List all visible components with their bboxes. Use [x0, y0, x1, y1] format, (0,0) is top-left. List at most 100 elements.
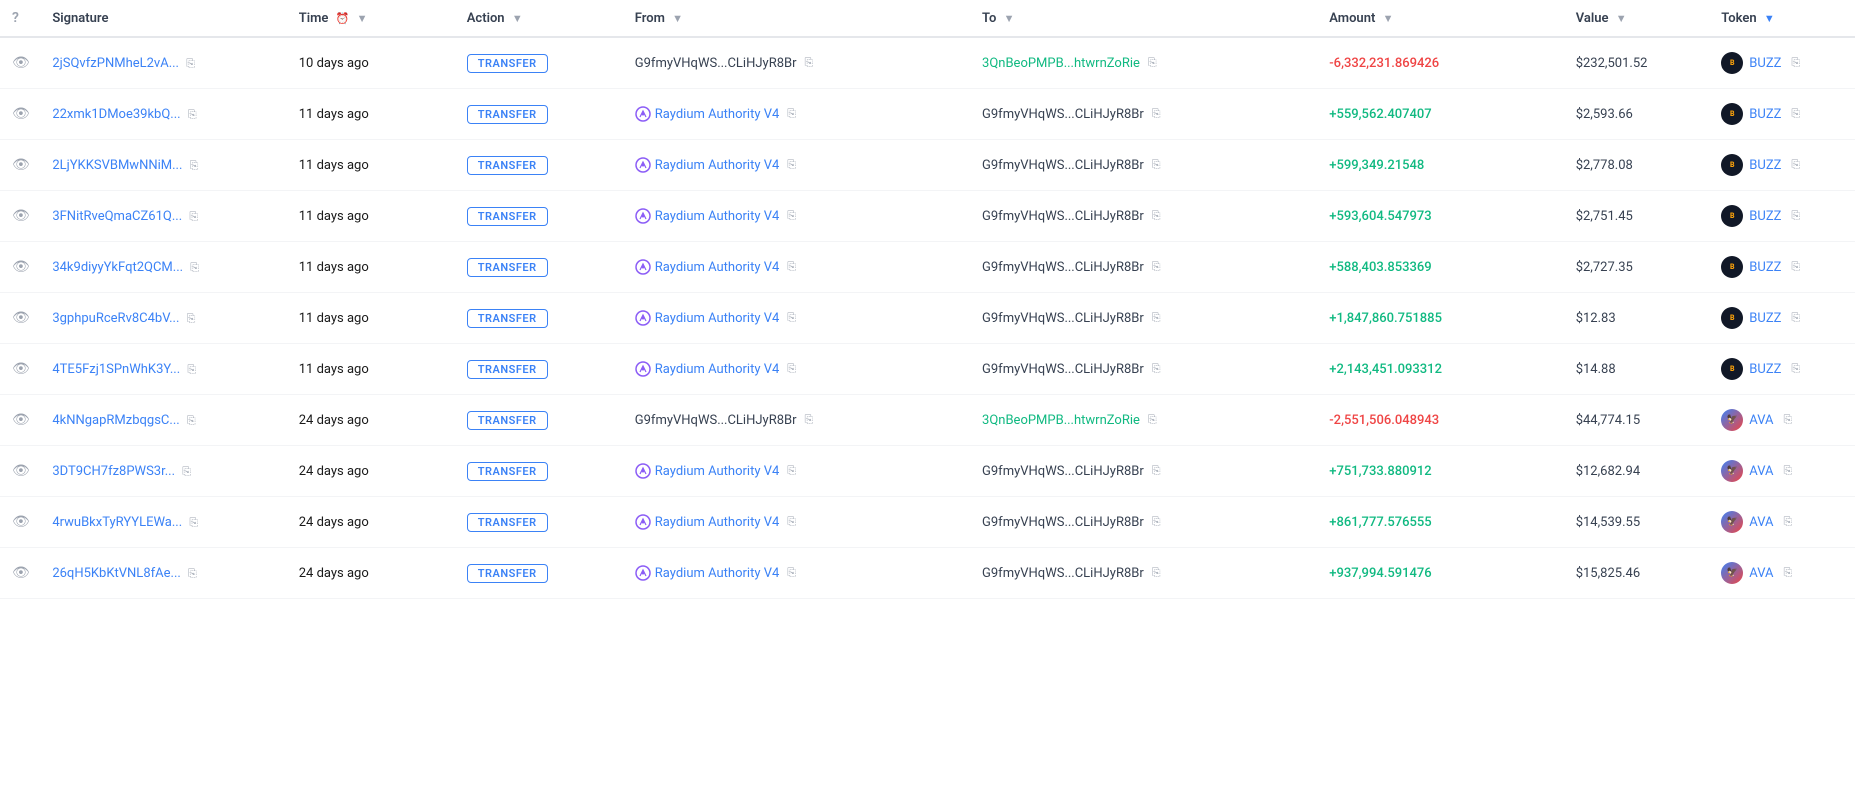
from-link[interactable]: Raydium Authority V4: [655, 158, 780, 173]
signature-copy-icon[interactable]: ⎘: [187, 414, 196, 428]
to-copy-icon[interactable]: ⎘: [1152, 209, 1161, 223]
signature-copy-icon[interactable]: ⎘: [187, 363, 196, 377]
to-copy-icon[interactable]: ⎘: [1152, 260, 1161, 274]
token-name-link[interactable]: BUZZ: [1749, 158, 1781, 173]
row-eye-icon[interactable]: 👁: [12, 310, 30, 326]
from-copy-icon[interactable]: ⎘: [787, 515, 796, 529]
from-copy-icon[interactable]: ⎘: [805, 413, 814, 427]
from-filter-icon[interactable]: ▼: [672, 12, 683, 25]
token-copy-icon[interactable]: ⎘: [1791, 56, 1800, 70]
row-eye-icon[interactable]: 👁: [12, 259, 30, 275]
signature-link[interactable]: 4TE5Fzj1SPnWhK3Y...: [52, 362, 180, 377]
signature-copy-icon[interactable]: ⎘: [190, 261, 199, 275]
signature-link[interactable]: 3DT9CH7fz8PWS3r...: [52, 464, 175, 479]
from-link[interactable]: Raydium Authority V4: [655, 107, 780, 122]
to-copy-icon[interactable]: ⎘: [1152, 566, 1161, 580]
row-eye-icon[interactable]: 👁: [12, 565, 30, 581]
from-link[interactable]: Raydium Authority V4: [655, 311, 780, 326]
header-question[interactable]: ?: [0, 0, 40, 37]
from-link[interactable]: Raydium Authority V4: [655, 260, 780, 275]
from-copy-icon[interactable]: ⎘: [787, 464, 796, 478]
from-copy-icon[interactable]: ⎘: [787, 158, 796, 172]
from-link[interactable]: Raydium Authority V4: [655, 209, 780, 224]
value-filter-icon[interactable]: ▼: [1616, 12, 1627, 25]
token-name-link[interactable]: AVA: [1749, 515, 1773, 530]
to-copy-icon[interactable]: ⎘: [1152, 464, 1161, 478]
signature-copy-icon[interactable]: ⎘: [187, 312, 196, 326]
signature-copy-icon[interactable]: ⎘: [189, 210, 198, 224]
from-copy-icon[interactable]: ⎘: [787, 362, 796, 376]
row-eye-icon[interactable]: 👁: [12, 463, 30, 479]
signature-copy-icon[interactable]: ⎘: [190, 159, 199, 173]
from-copy-icon[interactable]: ⎘: [787, 260, 796, 274]
token-copy-icon[interactable]: ⎘: [1791, 260, 1800, 274]
to-copy-icon[interactable]: ⎘: [1152, 311, 1161, 325]
token-name-link[interactable]: BUZZ: [1749, 209, 1781, 224]
row-eye-icon[interactable]: 👁: [12, 361, 30, 377]
token-name-link[interactable]: AVA: [1749, 566, 1773, 581]
to-link[interactable]: 3QnBeoPMPB...htwrnZoRie: [982, 56, 1140, 71]
signature-link[interactable]: 2LjYKKSVBMwNNiM...: [52, 158, 182, 173]
amount-filter-icon[interactable]: ▼: [1383, 12, 1394, 25]
token-name-link[interactable]: AVA: [1749, 464, 1773, 479]
to-copy-icon[interactable]: ⎘: [1148, 413, 1157, 427]
to-copy-icon[interactable]: ⎘: [1148, 56, 1157, 70]
from-link[interactable]: Raydium Authority V4: [655, 362, 780, 377]
token-copy-icon[interactable]: ⎘: [1784, 413, 1793, 427]
row-eye-icon[interactable]: 👁: [12, 157, 30, 173]
signature-link[interactable]: 34k9diyyYkFqt2QCM...: [52, 260, 183, 275]
to-copy-icon[interactable]: ⎘: [1152, 107, 1161, 121]
row-eye-icon[interactable]: 👁: [12, 412, 30, 428]
token-name-link[interactable]: AVA: [1749, 413, 1773, 428]
row-eye-icon[interactable]: 👁: [12, 55, 30, 71]
signature-link[interactable]: 22xmk1DMoe39kbQ...: [52, 107, 180, 122]
signature-link[interactable]: 2jSQvfzPNMheL2vA...: [52, 56, 179, 71]
to-link[interactable]: 3QnBeoPMPB...htwrnZoRie: [982, 413, 1140, 428]
signature-copy-icon[interactable]: ⎘: [188, 108, 197, 122]
from-copy-icon[interactable]: ⎘: [805, 56, 814, 70]
to-copy-icon[interactable]: ⎘: [1152, 515, 1161, 529]
signature-link[interactable]: 3gphpuRceRv8C4bV...: [52, 311, 179, 326]
signature-copy-icon[interactable]: ⎘: [186, 57, 195, 71]
from-link[interactable]: Raydium Authority V4: [655, 464, 780, 479]
amount-value: +2,143,451.093312: [1329, 362, 1442, 377]
from-copy-icon[interactable]: ⎘: [787, 107, 796, 121]
to-filter-icon[interactable]: ▼: [1004, 12, 1015, 25]
signature-link[interactable]: 4rwuBkxTyRYYLEWa...: [52, 515, 182, 530]
token-copy-icon[interactable]: ⎘: [1784, 464, 1793, 478]
token-copy-icon[interactable]: ⎘: [1791, 362, 1800, 376]
token-copy-icon[interactable]: ⎘: [1791, 158, 1800, 172]
table-row: 👁 2LjYKKSVBMwNNiM... ⎘ 11 days agoTRANSF…: [0, 140, 1855, 191]
from-copy-icon[interactable]: ⎘: [787, 209, 796, 223]
token-copy-icon[interactable]: ⎘: [1784, 566, 1793, 580]
token-copy-icon[interactable]: ⎘: [1791, 311, 1800, 325]
token-name-link[interactable]: BUZZ: [1749, 362, 1781, 377]
signature-link[interactable]: 4kNNgapRMzbqgsC...: [52, 413, 179, 428]
token-copy-icon[interactable]: ⎘: [1791, 209, 1800, 223]
token-name-link[interactable]: BUZZ: [1749, 56, 1781, 71]
row-eye-icon[interactable]: 👁: [12, 106, 30, 122]
token-copy-icon[interactable]: ⎘: [1784, 515, 1793, 529]
signature-copy-icon[interactable]: ⎘: [182, 465, 191, 479]
from-link[interactable]: Raydium Authority V4: [655, 515, 780, 530]
signature-copy-icon[interactable]: ⎘: [188, 567, 197, 581]
row-eye-icon[interactable]: 👁: [12, 208, 30, 224]
action-filter-icon[interactable]: ▼: [512, 12, 523, 25]
from-link[interactable]: Raydium Authority V4: [655, 566, 780, 581]
time-filter-icon[interactable]: ▼: [357, 12, 368, 25]
token-copy-icon[interactable]: ⎘: [1791, 107, 1800, 121]
from-copy-icon[interactable]: ⎘: [787, 566, 796, 580]
token-name-link[interactable]: BUZZ: [1749, 260, 1781, 275]
token-name-link[interactable]: BUZZ: [1749, 311, 1781, 326]
signature-link[interactable]: 3FNitRveQmaCZ61Q...: [52, 209, 182, 224]
to-copy-icon[interactable]: ⎘: [1152, 158, 1161, 172]
token-filter-icon[interactable]: ▼: [1764, 12, 1775, 25]
from-copy-icon[interactable]: ⎘: [787, 311, 796, 325]
time-clock-icon[interactable]: ⏰: [336, 12, 350, 25]
token-name-link[interactable]: BUZZ: [1749, 107, 1781, 122]
signature-copy-icon[interactable]: ⎘: [189, 516, 198, 530]
row-eye-icon[interactable]: 👁: [12, 514, 30, 530]
to-copy-icon[interactable]: ⎘: [1152, 362, 1161, 376]
time-value: 24 days ago: [299, 464, 369, 479]
signature-link[interactable]: 26qH5KbKtVNL8fAe...: [52, 566, 180, 581]
